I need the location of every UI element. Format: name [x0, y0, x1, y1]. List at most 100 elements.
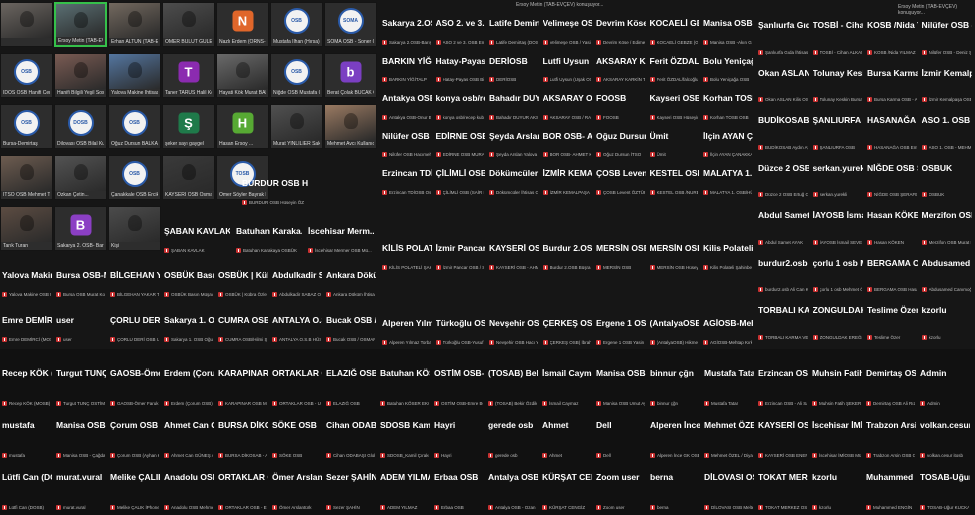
- participant-tile[interactable]: TOKAT MERKEZ... TOKAT MERKEZ OSB Baş...: [756, 461, 810, 513]
- participant-tile[interactable]: BARKIN YİĞİTALP BARKIN YİĞİTALP: [380, 48, 434, 86]
- participant-tile[interactable]: çorlu 1 osb Meh... çorlu 1 osb Mehmet ÖNG…: [811, 248, 866, 296]
- participant-tile[interactable]: ELAZIĞ OSB ELAZIĞ OSB: [324, 357, 378, 409]
- video-tile[interactable]: Ersoy Metin (TAB-EVÇEV): [54, 2, 107, 47]
- participant-tile[interactable]: BURSA DİKOSA... BURSA DİKOSAB - Aydın...: [216, 409, 270, 461]
- participant-tile[interactable]: OSBUK OSBUK: [920, 153, 975, 201]
- participant-tile[interactable]: Recep KÖK (MO... Recep KÖK (MOSB): [0, 357, 54, 409]
- participant-tile[interactable]: Okan ASLAN Kİl... Okan ASLAN Kilis OSB: [756, 58, 811, 106]
- video-tile[interactable]: OSB Oğuz Dursun BALKANLI: [108, 104, 161, 149]
- participant-tile[interactable]: BİLGEHAN YAK... BİLGEHAN YAKAR TOBAC: [108, 262, 162, 300]
- participant-tile[interactable]: BERGAMA OSB... BERGAMA OSB Hasan SA...: [865, 248, 920, 296]
- participant-tile[interactable]: ORTAKLAR OSB... ORTAKLAR OSB - UĞUR AL...: [270, 357, 324, 409]
- participant-tile[interactable]: Sakarya 2.OSB-... Sakarya 2.OSB-Barış Öz.…: [380, 10, 434, 48]
- participant-tile[interactable]: Ferit ÖZDAL/fal... Ferit ÖZDAL/falcoğlu: [648, 48, 702, 86]
- participant-tile[interactable]: TOSAB-Uğur K... TOSAB-Uğur KUCKARA: [918, 461, 972, 513]
- participant-tile[interactable]: MALATYA 1. OS... MALATYA 1. OSB/HÜSEY...: [701, 160, 755, 198]
- participant-tile[interactable]: KİLİS POLATELİ... KİLİS POLATELİ ŞAHİNB..…: [380, 235, 434, 273]
- participant-tile[interactable]: Velimeşe OSB /... Velimeşe OSB / Yasin AL…: [541, 10, 595, 48]
- participant-tile[interactable]: ORTAKLAR OSB... ORTAKLAR OSB - ERCAN A...: [216, 461, 270, 513]
- video-tile[interactable]: Yalova Makine İhtisas OSB: [108, 53, 161, 98]
- video-tile[interactable]: OSB Bursa-Demirtaş: [0, 104, 53, 149]
- participant-tile[interactable]: HASANAĞA OSB... HASANAĞA OSB Emre Ç...: [865, 105, 920, 153]
- participant-tile[interactable]: berna berna: [648, 461, 702, 513]
- video-tile[interactable]: B Sakarya 2. OSB- Barış...: [54, 206, 107, 251]
- participant-tile[interactable]: ASO 2. ve 3. OS... ASO 2 ve 3. OSB Emel..…: [434, 10, 488, 48]
- participant-tile[interactable]: Şanlıurfa Gıda İ... Şanlıurfa Gıda İhtisa…: [756, 10, 811, 58]
- participant-tile[interactable]: Sezer ŞAHİN Sezer ŞAHİN: [324, 461, 378, 513]
- video-tile[interactable]: Tarık Turan: [0, 206, 53, 251]
- participant-tile[interactable]: (TOSAB) Bekir... (TOSAB) Bekir Özdikme: [486, 357, 540, 409]
- participant-tile[interactable]: Burdur 2.OSB B... Burdur 2.OSB Büşra Asl.…: [541, 235, 595, 273]
- participant-tile[interactable]: gerede osb gerede osb: [486, 409, 540, 461]
- participant-tile[interactable]: ÇİLİMLİ OSB (İ... ÇİLİMLİ OSB (SAİR BOZ..…: [434, 160, 488, 198]
- participant-tile[interactable]: ANTALYA O.S.B... ANTALYA O.S.B HÜSEYİN...: [270, 307, 324, 345]
- participant-tile[interactable]: OSBÜK Basın M... OSBÜK Basın Müşaviri: [162, 262, 216, 300]
- participant-tile[interactable]: Latife Demirtaş... Latife Demirtaş (DOSAB…: [487, 10, 541, 48]
- participant-tile[interactable]: KÜRŞAT CENGİZ KÜRŞAT CENGİZ: [540, 461, 594, 513]
- participant-tile[interactable]: binnur çğn binnur çğn: [648, 357, 702, 409]
- participant-tile[interactable]: Şeyda Arslan Ya... Şeyda Arslan Yalova Av…: [487, 123, 541, 161]
- participant-tile[interactable]: Kilis Polateli Şa... Kilis Polateli Şahin…: [701, 235, 755, 273]
- participant-tile[interactable]: Dökümcüler İhti... Dökümcüler İhtisas OSB…: [487, 160, 541, 198]
- participant-tile[interactable]: Nilüfer OSB - De... Nilüfer OSB - Deniz Ş…: [920, 10, 975, 58]
- participant-tile[interactable]: KESTEL OSB /N... KESTEL OSB /NURETTİN...: [648, 160, 702, 198]
- participant-tile[interactable]: İZMİR KEMALP... İZMİR KEMALPAŞA OSB...: [541, 160, 595, 198]
- participant-tile[interactable]: Erzincan OSB -... Erzincan OSB - Ali Sarı…: [756, 357, 810, 409]
- participant-tile[interactable]: murat.vural murat.vural: [54, 461, 108, 513]
- participant-tile[interactable]: Ankara Dökümc... Ankara Döküm İhtisas OSB: [324, 262, 378, 300]
- participant-tile[interactable]: ÇERKEŞ OSB( u... ÇERKEŞ OSB( İbrahim AVCU…: [541, 310, 595, 348]
- participant-tile[interactable]: Lütfi Can (DOSB) Lütfi Can (DOSB): [0, 461, 54, 513]
- participant-tile[interactable]: Nilüfer OSB Hü... Nilüfer OSB Hacımehmet …: [380, 123, 434, 161]
- video-tile[interactable]: Kişi: [108, 206, 161, 251]
- participant-tile[interactable]: Erbaa OSB Erbaa OSB: [432, 461, 486, 513]
- participant-tile[interactable]: volkan.cesur itosb volkan.cesur itosb: [918, 409, 972, 461]
- participant-tile[interactable]: DERİOSB DERİOSB: [487, 48, 541, 86]
- video-tile[interactable]: Erhan ALTUN (TAB-EVÇEV): [108, 2, 161, 47]
- video-tile[interactable]: N Nazlı Erdem (ORNS-HBM): [216, 2, 269, 47]
- participant-tile[interactable]: Abdul Samet AY... Abdul Samet AYAK: [756, 200, 811, 248]
- participant-tile[interactable]: ŞANLIURFA OSB ŞANLIURFA OSB: [811, 105, 866, 153]
- participant-tile[interactable]: Nevşehir OSB H... Nevşehir OSB Hacı Yavru…: [487, 310, 541, 348]
- video-tile[interactable]: Şşeker sayı gaygel: [162, 104, 215, 149]
- participant-tile[interactable]: kzorlu kzorlu: [920, 295, 975, 343]
- participant-tile[interactable]: İAYOSB İsmail S... İAYOSB İsmail SEVER: [811, 200, 866, 248]
- video-tile[interactable]: ÖMER BULUT GÜLER: [162, 2, 215, 47]
- participant-tile[interactable]: FOOSB FOOSB: [594, 85, 648, 123]
- video-tile[interactable]: İTSO OSB Mehmet Taşk...: [0, 155, 53, 200]
- participant-tile[interactable]: KARAPINAR OS... KARAPINAR OSB MUSA K...: [216, 357, 270, 409]
- participant-tile[interactable]: Erzincan TDİOS... Erzincan TDİOSB Osman..…: [380, 160, 434, 198]
- video-tile[interactable]: b Berat Çolak BUCAK OSB: [324, 53, 377, 98]
- video-tile[interactable]: Mehmet Avcı Kullanıcı...: [324, 104, 377, 149]
- participant-tile[interactable]: Türkoğlu OSB-Y... Türkoğlu OSB-Yusuf ZERK…: [434, 310, 488, 348]
- participant-tile[interactable]: Ergene 1 OSB-Y... Ergene 1 OSB Yasin Kılı…: [594, 310, 648, 348]
- participant-tile[interactable]: CUMRA OSB/Hi... CUMRA OSB/Hilmi Şen...: [216, 307, 270, 345]
- video-tile[interactable]: T Taner TARUS Halil Koç...: [162, 53, 215, 98]
- participant-tile[interactable]: Ahmet Can GÜ... Ahmet Can GÜNEŞ ADANA...: [162, 409, 216, 461]
- participant-tile[interactable]: serkan.yurekli serkan.yurekli: [811, 153, 866, 201]
- participant-tile[interactable]: mustafa mustafa: [0, 409, 54, 461]
- participant-tile[interactable]: KOSB /Nida YIL... KOSB /Nida YILMAZ: [865, 10, 920, 58]
- participant-tile[interactable]: Turgut TUNÇ O... Turgut TUNÇ OSTİM OSB: [54, 357, 108, 409]
- participant-tile[interactable]: SÖKE OSB SÖKE OSB: [270, 409, 324, 461]
- participant-tile[interactable]: Mustafa Tatar Mustafa Tatar: [702, 357, 756, 409]
- participant-tile[interactable]: Merzifon OSB... Merzifon OSB Murat KA...: [920, 200, 975, 248]
- participant-tile[interactable]: Düzce 2 OSB Ert... Düzce 2 OSB Ertuğ Can: [756, 153, 811, 201]
- participant-tile[interactable]: Trabzon Arsin O... Trabzon Arsin OSB Cela…: [864, 409, 918, 461]
- participant-tile[interactable]: İzmir Kemalpaş... İzmir Kemalpaşa OSB/Fu.…: [920, 58, 975, 106]
- participant-tile[interactable]: EDİRNE OSB M... EDİRNE OSB MURAT DÜR...: [434, 123, 488, 161]
- participant-tile[interactable]: kzorlu kzorlu: [810, 461, 864, 513]
- participant-tile[interactable]: Kayseri OSB Hü... Kayseri OSB Hüseyin DÖĞ…: [648, 85, 702, 123]
- participant-tile[interactable]: BURDUR OSB H... BURDUR OSB Hüseyin ÖZ: [240, 170, 310, 208]
- participant-tile[interactable]: İscehisar İMİOS... İscehisar İMİOSB Müdür…: [810, 409, 864, 461]
- participant-tile[interactable]: TOSBİ - Cihan A... TOSBİ - Cihan ALKAN: [811, 10, 866, 58]
- video-tile[interactable]: OSB İDOS OSB Hanifi Cenk Ula...: [0, 53, 53, 98]
- participant-tile[interactable]: OSBÜK | Kübra... OSBÜK | Kübra Özlem ŞA..…: [216, 262, 270, 300]
- participant-tile[interactable]: BUDİKOSAB Ayd... BUDİKOSAB Aydın Aydaş...: [756, 105, 811, 153]
- participant-tile[interactable]: MERSİN OSB MERSİN OSB: [594, 235, 648, 273]
- participant-tile[interactable]: MERSİN OSB H... MERSİN OSB Hüseyin ÜN...: [648, 235, 702, 273]
- participant-tile[interactable]: Ümit Ümit: [648, 123, 702, 161]
- video-tile[interactable]: Murat YİNLİLİER Sakarya...: [270, 104, 323, 149]
- participant-tile[interactable]: Muhsin Fatih Ş... Muhsin Fatih ŞEKER (GES…: [810, 357, 864, 409]
- participant-tile[interactable]: ZONGULDAK E... ZONGULDAK EREĞLİ OSB...: [811, 295, 866, 343]
- video-tile[interactable]: OSB Çanakkale OSB Ercik: [108, 155, 161, 200]
